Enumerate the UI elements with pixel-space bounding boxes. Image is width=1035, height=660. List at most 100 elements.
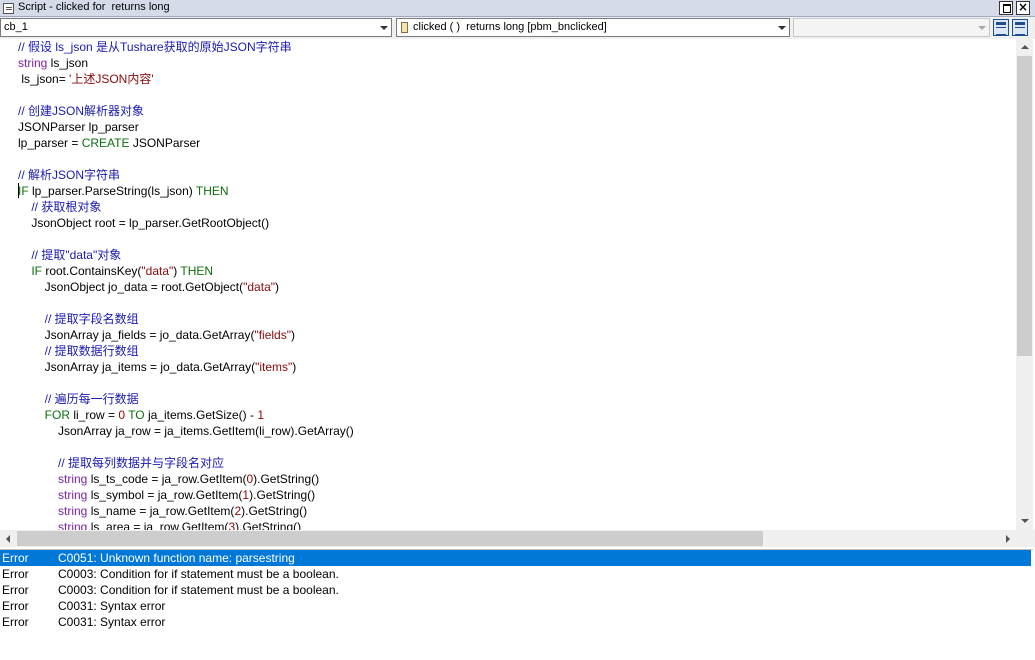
event-dropdown[interactable]: clicked ( ) returns long [pbm_bnclicked] <box>396 18 790 37</box>
layout-split-icon[interactable] <box>993 19 1009 36</box>
code-line[interactable]: IF root.ContainsKey("data") THEN <box>18 263 213 279</box>
code-line[interactable]: string ls_json <box>18 55 88 71</box>
layout-list-icon[interactable] <box>1012 19 1028 36</box>
chevron-down-icon[interactable] <box>376 19 391 36</box>
error-level: Error <box>2 615 29 629</box>
code-token: ) <box>292 360 297 374</box>
code-token: // 提取"data"对象 <box>18 248 122 262</box>
code-token: CREATE <box>81 136 130 150</box>
code-token: ).GetString() <box>241 504 308 518</box>
error-message: C0031: Syntax error <box>58 615 166 629</box>
error-row[interactable]: Error C0003: Condition for if statement m… <box>0 582 1031 598</box>
scroll-left-icon[interactable] <box>0 530 17 547</box>
code-token: ).GetString() <box>253 472 320 486</box>
code-token: // 创建JSON解析器对象 <box>18 104 145 118</box>
code-token: "data" <box>141 264 174 278</box>
scrollbar-corner <box>1016 530 1035 547</box>
code-line[interactable]: string ls_name = ja_row.GetItem(2).GetSt… <box>18 503 307 519</box>
code-line[interactable]: JSONParser lp_parser <box>18 119 139 135</box>
code-line[interactable]: JsonObject root = lp_parser.GetRootObjec… <box>18 215 269 231</box>
code-line[interactable]: IF lp_parser.ParseString(ls_json) THEN <box>18 183 229 199</box>
code-line[interactable]: // 遍历每一行数据 <box>18 391 139 407</box>
code-line[interactable]: // 提取字段名数组 <box>18 311 139 327</box>
error-message: C0051: Unknown function name: parsestrin… <box>58 551 295 565</box>
title-bar: Script - clicked for returns long × <box>0 0 1035 17</box>
close-button[interactable]: × <box>1016 0 1030 15</box>
code-token: // 提取每列数据并与字段名对应 <box>18 456 225 470</box>
code-token: JSONParser <box>129 136 201 150</box>
code-token: "data" <box>243 280 275 294</box>
code-line[interactable]: JsonObject jo_data = root.GetObject("dat… <box>18 279 279 295</box>
code-token: ).GetString() <box>249 488 316 502</box>
scroll-right-icon[interactable] <box>999 530 1016 547</box>
code-token: THEN <box>180 264 214 278</box>
code-token: ls_symbol = ja_row.GetItem( <box>87 488 243 502</box>
code-token: ) <box>290 328 295 342</box>
code-token: string <box>18 488 88 502</box>
chevron-down-icon[interactable] <box>774 19 789 36</box>
code-token: IF <box>18 264 42 278</box>
script-window-icon <box>3 3 14 14</box>
script-toolbar: cb_1 clicked ( ) returns long [pbm_bncli… <box>0 17 1035 39</box>
code-line[interactable]: ls_json= '上述JSON内容' <box>18 71 154 87</box>
code-token: JsonArray ja_row = ja_items.GetItem(li_r… <box>18 424 354 438</box>
code-line[interactable]: JsonArray ja_row = ja_items.GetItem(li_r… <box>18 423 354 439</box>
code-token: // 提取字段名数组 <box>18 312 139 326</box>
scroll-up-icon[interactable] <box>1016 39 1033 56</box>
code-line[interactable]: string ls_area = ja_row.GetItem(3).GetSt… <box>18 519 301 530</box>
code-token: string <box>18 472 88 486</box>
error-message: C0003: Condition for if statement must b… <box>58 567 339 581</box>
error-level: Error <box>2 599 29 613</box>
code-token: // 获取根对象 <box>18 200 102 214</box>
code-token: string <box>18 504 88 518</box>
error-level: Error <box>2 583 29 597</box>
vertical-scrollbar[interactable] <box>1016 39 1033 530</box>
code-token: ) <box>275 280 279 294</box>
event-script-icon <box>401 22 408 33</box>
code-token: string <box>18 56 48 70</box>
code-token: // 遍历每一行数据 <box>18 392 139 406</box>
code-line[interactable]: // 假设 ls_json 是从Tushare获取的原始JSON字符串 <box>18 39 292 55</box>
horizontal-scroll-thumb[interactable] <box>17 531 763 546</box>
code-token: JsonObject root = lp_parser.GetRootObjec… <box>18 216 270 230</box>
code-line[interactable]: string ls_symbol = ja_row.GetItem(1).Get… <box>18 487 315 503</box>
ancestor-dropdown[interactable] <box>793 18 990 37</box>
code-line[interactable]: // 获取根对象 <box>18 199 101 215</box>
error-list[interactable]: Error C0051: Unknown function name: parse… <box>0 549 1033 660</box>
error-row[interactable]: Error C0031: Syntax error <box>0 598 1031 614</box>
script-editor[interactable]: // 假设 ls_json 是从Tushare获取的原始JSON字符串 strin… <box>0 39 1016 530</box>
code-token: '上述JSON内容' <box>69 72 154 86</box>
chevron-down-icon[interactable] <box>974 19 989 36</box>
code-line[interactable]: lp_parser = CREATE JSONParser <box>18 135 200 151</box>
code-token: // 解析JSON字符串 <box>18 168 121 182</box>
code-line[interactable]: JsonArray ja_fields = jo_data.GetArray("… <box>18 327 295 343</box>
code-line[interactable]: FOR li_row = 0 TO ja_items.GetSize() - 1 <box>18 407 264 423</box>
code-token: 1 <box>257 408 265 422</box>
code-line[interactable]: // 创建JSON解析器对象 <box>18 103 144 119</box>
code-token: root.ContainsKey( <box>42 264 142 278</box>
horizontal-scrollbar[interactable] <box>0 530 1016 547</box>
error-message: C0031: Syntax error <box>58 599 166 613</box>
close-icon: × <box>1017 0 1029 14</box>
error-row[interactable]: Error C0031: Syntax error <box>0 614 1031 630</box>
code-token: li_row = <box>70 408 119 422</box>
code-token: ls_name = ja_row.GetItem( <box>87 504 235 518</box>
restore-button[interactable] <box>999 1 1013 15</box>
code-token: lp_parser = <box>18 136 82 150</box>
code-token: string <box>18 520 88 530</box>
error-row[interactable]: Error C0051: Unknown function name: parse… <box>0 550 1031 566</box>
object-dropdown-value: cb_1 <box>4 21 28 33</box>
code-line[interactable]: // 提取"data"对象 <box>18 247 121 263</box>
code-line[interactable]: JsonArray ja_items = jo_data.GetArray("i… <box>18 359 297 375</box>
code-line[interactable]: string ls_ts_code = ja_row.GetItem(0).Ge… <box>18 471 319 487</box>
object-dropdown[interactable]: cb_1 <box>0 18 392 37</box>
code-line[interactable]: // 提取数据行数组 <box>18 343 139 359</box>
error-level: Error <box>2 551 29 565</box>
scroll-down-icon[interactable] <box>1016 513 1033 530</box>
code-line[interactable]: // 提取每列数据并与字段名对应 <box>18 455 224 471</box>
code-line[interactable]: // 解析JSON字符串 <box>18 167 120 183</box>
error-row[interactable]: Error C0003: Condition for if statement m… <box>0 566 1031 582</box>
vertical-scroll-thumb[interactable] <box>1017 56 1032 356</box>
error-message: C0003: Condition for if statement must b… <box>58 583 339 597</box>
window-title: Script - clicked for returns long <box>18 1 170 13</box>
